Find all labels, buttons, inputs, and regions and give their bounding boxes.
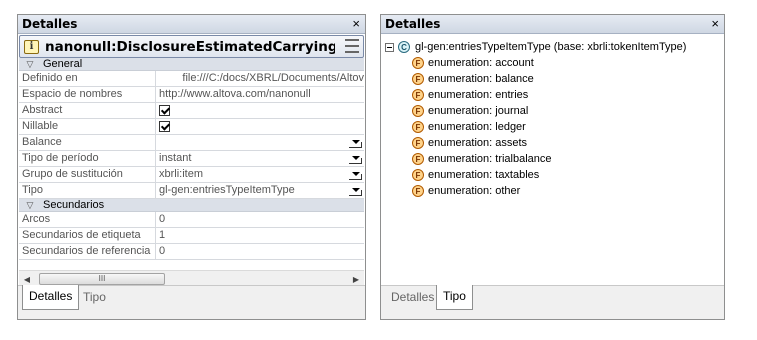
tab-details[interactable]: Detalles [22,285,80,310]
section-label: Secundarios [43,199,105,211]
tab-type[interactable]: Tipo [77,286,112,310]
facet-icon: F [412,185,424,197]
property-row-reference-children[interactable]: Secundarios de referencia 0 [19,244,364,260]
property-table: ▽ General Definido en file:///C:/docs/XB… [19,58,364,260]
close-icon[interactable]: × [711,16,719,32]
tree-item[interactable]: F enumeration: other [412,183,715,199]
facet-icon: F [412,89,424,101]
panel-titlebar: Detalles × [18,15,365,34]
property-row-nillable[interactable]: Nillable [19,119,364,135]
tab-type[interactable]: Tipo [436,285,473,310]
tree-item-label: enumeration: journal [428,105,529,117]
panel-titlebar: Detalles × [381,15,724,34]
tree-item-label: enumeration: entries [428,89,529,101]
property-value[interactable]: 0 [156,212,364,227]
tree-item-label: enumeration: taxtables [428,169,540,181]
property-value[interactable]: 0 [156,244,364,259]
property-value[interactable]: 1 [156,228,364,243]
dropdown-arrow-icon[interactable] [349,138,362,148]
property-value: gl-gen:entriesTypeItemType [159,184,295,196]
tree-item-label: enumeration: ledger [428,121,526,133]
collapse-triangle-icon[interactable]: ▽ [23,59,37,70]
panel-tabbar: Detalles Tipo [18,285,365,319]
property-key: Balance [19,135,156,150]
property-value[interactable]: http://www.altova.com/nanonull [156,87,364,102]
property-key: Espacio de nombres [19,87,156,102]
property-row-abstract[interactable]: Abstract [19,103,364,119]
tree-item-label: enumeration: other [428,185,521,197]
dropdown-arrow-icon[interactable] [349,170,362,180]
facet-icon: F [412,57,424,69]
property-key: Abstract [19,103,156,118]
property-key: Definido en [19,71,156,86]
property-key: Nillable [19,119,156,134]
tree-root-label: gl-gen:entriesTypeItemType (base: xbrli:… [415,41,687,53]
panel-tabbar: Detalles Tipo [381,285,724,319]
tree-item-label: enumeration: account [428,57,534,69]
abstract-checkbox[interactable] [159,105,170,116]
facet-icon: F [412,153,424,165]
tree-item-label: enumeration: trialbalance [428,153,552,165]
tree-item-label: enumeration: assets [428,137,528,149]
panel-title: Detalles [385,17,441,31]
tree-root-node[interactable]: C gl-gen:entriesTypeItemType (base: xbrl… [385,39,715,55]
close-icon[interactable]: × [352,16,360,32]
tree-item[interactable]: F enumeration: account [412,55,715,71]
property-row-defined-in[interactable]: Definido en file:///C:/docs/XBRL/Documen… [19,71,364,87]
tree-item-label: enumeration: balance [428,73,534,85]
property-key: Tipo [19,183,156,198]
property-value[interactable]: file:///C:/docs/XBRL/Documents/Altov [156,71,364,86]
panel-title: Detalles [22,17,78,31]
facet-icon: F [412,73,424,85]
dropdown-arrow-icon[interactable] [349,186,362,196]
property-value: instant [159,152,192,164]
tab-details[interactable]: Detalles [385,286,440,310]
tree-item[interactable]: F enumeration: entries [412,87,715,103]
tree-item[interactable]: F enumeration: ledger [412,119,715,135]
property-row-arcs[interactable]: Arcos 0 [19,212,364,228]
tree-item[interactable]: F enumeration: assets [412,135,715,151]
tree-item[interactable]: F enumeration: journal [412,103,715,119]
property-key: Arcos [19,212,156,227]
property-row-namespace[interactable]: Espacio de nombres http://www.altova.com… [19,87,364,103]
property-key: Secundarios de referencia [19,244,156,259]
details-panel-right: Detalles × C gl-gen:entriesTypeItemType … [380,14,725,320]
complex-type-icon: C [398,41,410,53]
collapse-minus-icon[interactable] [385,42,394,52]
horizontal-scrollbar[interactable]: ◀ III ▶ [19,270,364,286]
tree-item[interactable]: F enumeration: balance [412,71,715,87]
scroll-thumb[interactable]: III [39,273,165,285]
facet-icon: F [412,137,424,149]
property-row-label-children[interactable]: Secundarios de etiqueta 1 [19,228,364,244]
property-key: Grupo de sustitución [19,167,156,182]
info-icon: i [24,39,39,54]
element-header: i nanonull:DisclosureEstimatedCarryingAn… [19,35,364,58]
property-row-period-type[interactable]: Tipo de período instant [19,151,364,167]
tree-item[interactable]: F enumeration: trialbalance [412,151,715,167]
facet-icon: F [412,169,424,181]
property-value: xbrli:item [159,168,204,180]
element-title: nanonull:DisclosureEstimatedCarryingAndF… [45,38,335,55]
header-menu-icon[interactable] [345,39,359,53]
property-row-balance[interactable]: Balance [19,135,364,151]
property-key: Tipo de período [19,151,156,166]
facet-icon: F [412,105,424,117]
type-tree: C gl-gen:entriesTypeItemType (base: xbrl… [385,39,715,199]
tree-item[interactable]: F enumeration: taxtables [412,167,715,183]
section-general[interactable]: ▽ General [19,58,364,71]
dropdown-arrow-icon[interactable] [349,154,362,164]
property-row-type[interactable]: Tipo gl-gen:entriesTypeItemType [19,183,364,199]
section-label: General [43,58,83,70]
facet-icon: F [412,121,424,133]
property-key: Secundarios de etiqueta [19,228,156,243]
collapse-triangle-icon[interactable]: ▽ [23,200,37,211]
property-row-substitution-group[interactable]: Grupo de sustitución xbrli:item [19,167,364,183]
details-panel-left: Detalles × i nanonull:DisclosureEstimate… [17,14,366,320]
nillable-checkbox[interactable] [159,121,170,132]
section-secondary[interactable]: ▽ Secundarios [19,199,364,212]
